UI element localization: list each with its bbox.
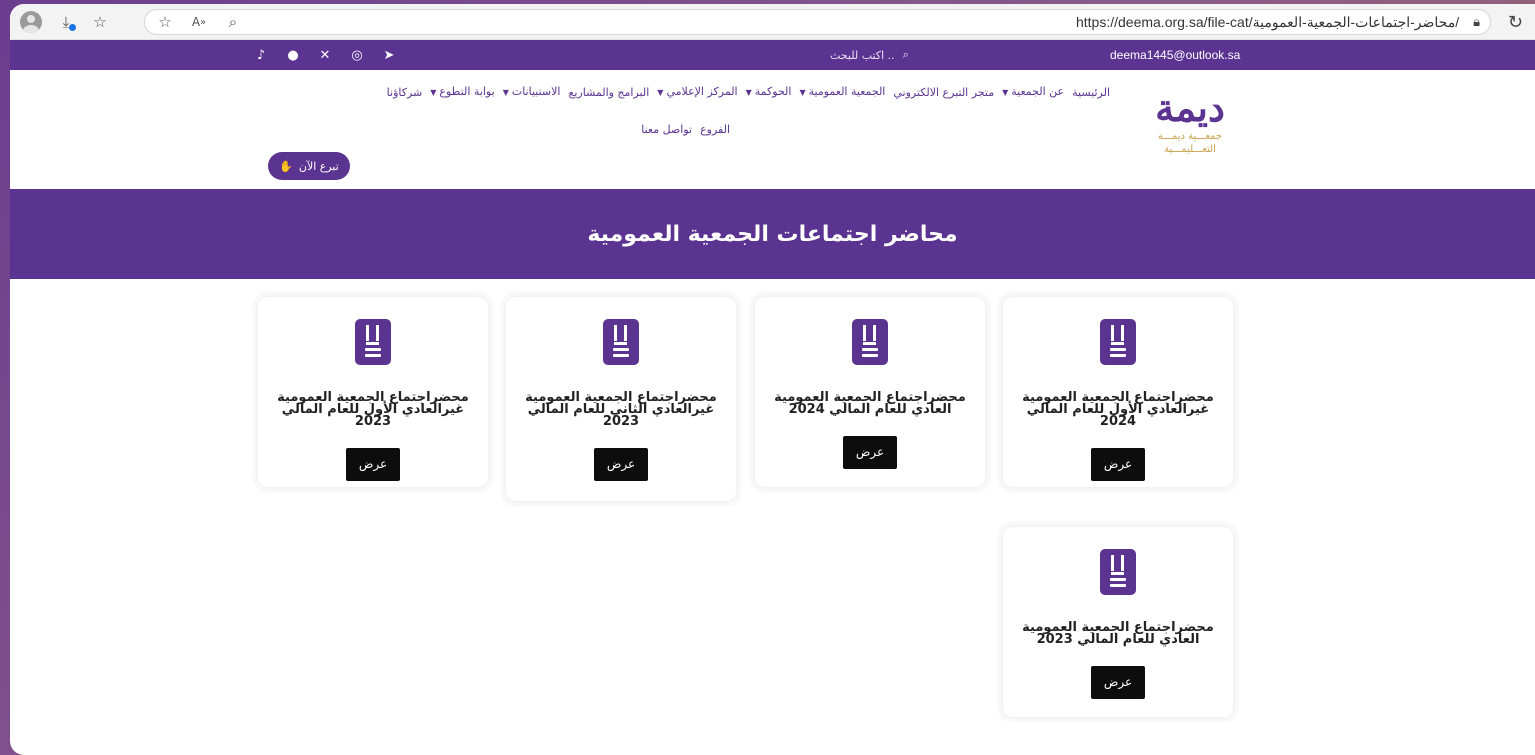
file-card: محضراجتماع الجمعية العمومية العادي للعام… (1003, 527, 1233, 717)
nav-item-contact[interactable]: تواصل معنا (641, 122, 692, 137)
nav-item-general-assembly[interactable]: الجمعية العمومية▼ (799, 84, 885, 100)
document-icon (1100, 549, 1136, 595)
chevron-down-icon: ▼ (745, 88, 752, 97)
nav-item-surveys[interactable]: الاستبيانات▼ (503, 84, 561, 100)
x-icon[interactable]: ✕ (318, 48, 332, 63)
donate-now-button[interactable]: تبرع الآن ✋ (268, 152, 350, 180)
nav-item-programs[interactable]: البرامج والمشاريع (568, 85, 649, 100)
snapchat-icon[interactable]: ● (286, 48, 300, 63)
nav-item-about-label: عن الجمعية (1011, 85, 1065, 98)
nav-row-secondary: الفروع تواصل معنا (264, 122, 1110, 137)
donate-button-label: تبرع الآن (298, 159, 339, 173)
telegram-icon[interactable]: ➤ (382, 48, 396, 63)
nav-item-about[interactable]: عن الجمعية▼ (1002, 84, 1064, 100)
browser-left-controls: ⤓ ☆ (20, 10, 110, 33)
file-card: محضراجتماع الجمعية العمومية غيرالعادي ال… (506, 297, 736, 501)
download-icon[interactable]: ⤓ (56, 12, 76, 32)
site-header: الرئيسية عن الجمعية▼ متجر التبرع الالكتر… (10, 70, 1535, 189)
nav-item-general-assembly-label: الجمعية العمومية (808, 85, 886, 98)
chevron-down-icon: ▼ (502, 88, 509, 97)
chevron-down-icon: ▼ (657, 88, 664, 97)
file-card-title: محضراجتماع الجمعية العمومية غيرالعادي ال… (525, 390, 717, 429)
zoom-icon[interactable]: ⌕ (223, 12, 243, 32)
browser-toolbar: ⤓ ☆ ☆ A» ⌕ https://deema.org.sa/file-cat… (10, 4, 1535, 40)
profile-avatar[interactable] (20, 10, 42, 33)
nav-item-governance-label: الحوكمة (754, 85, 792, 98)
nav-item-donation-store-label: متجر التبرع الالكتروني (893, 85, 995, 99)
logo-subtitle-1: جمعـــية ديمـــة (1157, 131, 1223, 142)
search-icon[interactable]: ⌕ (903, 48, 909, 62)
nav-item-donation-store[interactable]: متجر التبرع الالكتروني (893, 85, 994, 100)
url-text[interactable]: https://deema.org.sa/file-cat/محاضر-اجتم… (1076, 14, 1459, 31)
file-card-title: محضراجتماع الجمعية العمومية غيرالعادي ال… (277, 390, 469, 429)
hand-heart-icon: ✋ (279, 159, 293, 173)
add-favorite-icon[interactable]: ☆ (155, 12, 175, 32)
file-card-title: محضراجتماع الجمعية العمومية العادي للعام… (774, 390, 966, 417)
file-card: محضراجتماع الجمعية العمومية غيرالعادي ال… (258, 297, 488, 487)
site-search[interactable]: اكتب للبحث .. ⌕ (830, 40, 909, 70)
document-icon (852, 319, 888, 365)
chevron-down-icon: ▼ (799, 88, 806, 97)
instagram-icon[interactable]: ◎ (350, 48, 364, 63)
view-button[interactable]: عرض (594, 448, 648, 481)
nav-item-partners[interactable]: شركاؤنا (387, 85, 423, 100)
read-aloud-icon[interactable]: A» (189, 12, 209, 32)
nav-row-primary: الرئيسية عن الجمعية▼ متجر التبرع الالكتر… (264, 84, 1110, 100)
file-card: محضراجتماع الجمعية العمومية العادي للعام… (755, 297, 985, 487)
nav-item-governance[interactable]: الحوكمة▼ (746, 84, 792, 100)
logo-mark: ديمة (1155, 85, 1225, 130)
view-button[interactable]: عرض (1091, 666, 1145, 699)
page-hero: محاضر اجتماعات الجمعية العمومية (10, 189, 1535, 279)
view-button[interactable]: عرض (843, 436, 897, 469)
document-icon (603, 319, 639, 365)
page-title: محاضر اجتماعات الجمعية العمومية (587, 221, 958, 247)
nav-item-media-center-label: المركز الإعلامي (666, 85, 738, 98)
nav-item-media-center[interactable]: المركز الإعلامي▼ (657, 84, 737, 100)
file-card-title: محضراجتماع الجمعية العمومية غيرالعادي ال… (1022, 390, 1214, 429)
nav-item-home[interactable]: الرئيسية (1072, 85, 1110, 100)
nav-item-branches[interactable]: الفروع (700, 122, 730, 137)
chevron-down-icon: ▼ (430, 88, 437, 97)
file-cards-grid: محضراجتماع الجمعية العمومية غيرالعادي ال… (10, 279, 1535, 755)
nav-item-surveys-label: الاستبيانات (511, 85, 561, 98)
logo-subtitle-2: التعـــليمـــية (1164, 144, 1216, 155)
lock-icon[interactable]: 🔒︎ (1473, 15, 1480, 30)
address-bar[interactable]: ☆ A» ⌕ https://deema.org.sa/file-cat/محا… (144, 9, 1491, 35)
file-card: محضراجتماع الجمعية العمومية غيرالعادي ال… (1003, 297, 1233, 487)
social-links: ♪ ● ✕ ◎ ➤ (254, 40, 396, 70)
main-nav: الرئيسية عن الجمعية▼ متجر التبرع الالكتر… (264, 84, 1110, 137)
nav-item-volunteer-label: بوابة التطوع (439, 85, 495, 98)
browser-window: ⤓ ☆ ☆ A» ⌕ https://deema.org.sa/file-cat… (10, 4, 1535, 755)
document-icon (1100, 319, 1136, 365)
view-button[interactable]: عرض (346, 448, 400, 481)
file-card-title: محضراجتماع الجمعية العمومية العادي للعام… (1022, 620, 1214, 647)
nav-item-volunteer[interactable]: بوابة التطوع▼ (430, 84, 494, 100)
tiktok-icon[interactable]: ♪ (254, 48, 268, 63)
contact-email[interactable]: deema1445@outlook.sa (1110, 40, 1240, 70)
top-info-bar: ♪ ● ✕ ◎ ➤ اكتب للبحث .. ⌕ deema1445@outl… (10, 40, 1535, 70)
favorites-icon[interactable]: ☆ (90, 12, 110, 32)
site-logo[interactable]: ديمة جمعـــية ديمـــة التعـــليمـــية (1144, 86, 1236, 166)
document-icon (355, 319, 391, 365)
search-placeholder[interactable]: اكتب للبحث .. (830, 49, 895, 62)
chevron-down-icon: ▼ (1002, 88, 1009, 97)
view-button[interactable]: عرض (1091, 448, 1145, 481)
reload-icon[interactable]: ↻ (1508, 12, 1523, 33)
